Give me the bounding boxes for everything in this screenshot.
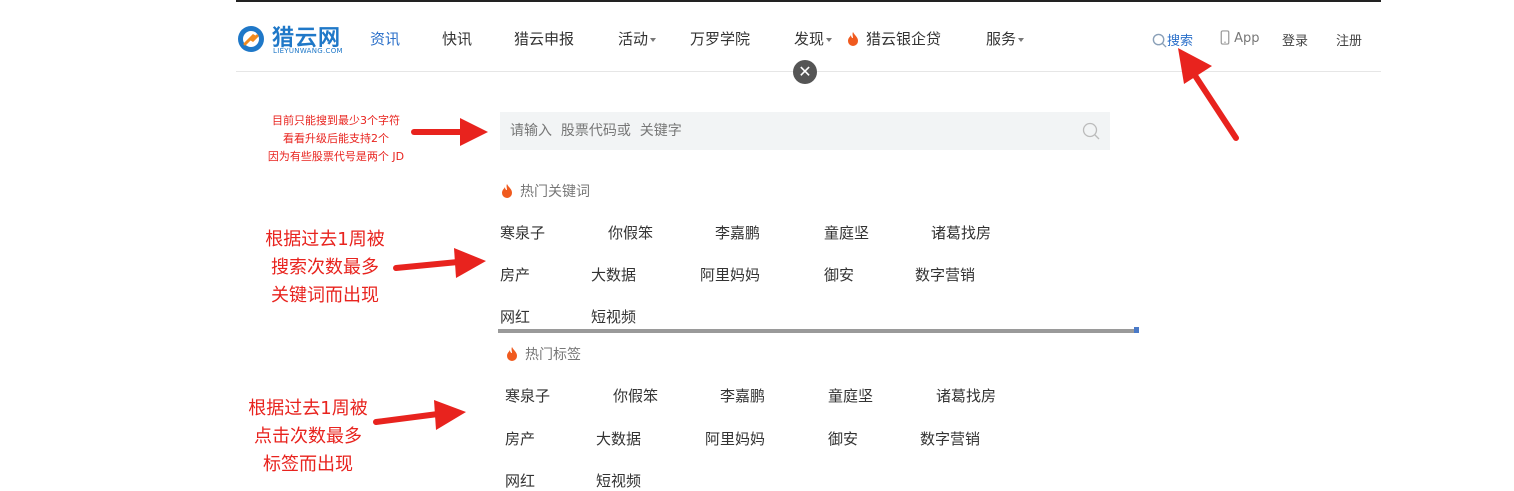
search-icon[interactable]: [1082, 122, 1100, 140]
hot-tag[interactable]: 阿里妈妈: [705, 428, 765, 449]
nav-item-loan[interactable]: 猎云银企贷: [846, 28, 941, 49]
nav-label: 服务: [986, 30, 1017, 48]
annotation-line: 搜索次数最多: [271, 257, 379, 278]
hot-keyword[interactable]: 童庭坚: [824, 222, 869, 243]
nav-label: 发现: [794, 30, 825, 48]
hot-tag[interactable]: 童庭坚: [828, 385, 873, 406]
chevron-down-icon: [826, 37, 833, 42]
chevron-down-icon: [1018, 37, 1025, 42]
hot-keyword[interactable]: 诸葛找房: [931, 222, 991, 243]
hot-tags-title: 热门标签: [505, 344, 581, 364]
arrow-right-icon: [393, 248, 486, 278]
close-icon: ✕: [798, 62, 812, 81]
hot-tag[interactable]: 你假笨: [613, 385, 658, 406]
phone-icon: [1220, 30, 1230, 45]
chevron-down-icon: [650, 37, 657, 42]
arrow-right-icon: [373, 400, 466, 430]
logo-subtext: LIEYUNWANG.COM: [273, 47, 343, 55]
register-link[interactable]: 注册: [1336, 30, 1362, 49]
hot-keyword[interactable]: 御安: [824, 264, 854, 285]
nav-item-academy[interactable]: 万罗学院: [690, 28, 750, 49]
site-logo[interactable]: 猎云网 LIEYUNWANG.COM: [236, 20, 346, 60]
nav-item-news[interactable]: 资讯: [370, 28, 400, 49]
hot-keywords-title: 热门关键词: [500, 181, 590, 201]
section-title-text: 热门标签: [525, 347, 581, 363]
hot-tag[interactable]: 数字营销: [920, 428, 980, 449]
nav-item-discover[interactable]: 发现: [794, 28, 833, 49]
arrow-right-icon: [411, 118, 488, 146]
annotation-line: 标签而出现: [263, 454, 353, 475]
hot-tag[interactable]: 御安: [828, 428, 858, 449]
annotation-line: 根据过去1周被: [248, 398, 368, 419]
logo-icon: [238, 26, 264, 52]
section-divider: [498, 329, 1138, 333]
annotation-line: 点击次数最多: [254, 426, 362, 447]
hot-keyword[interactable]: 阿里妈妈: [700, 264, 760, 285]
hot-keyword[interactable]: 大数据: [591, 264, 636, 285]
search-box: [500, 112, 1110, 150]
fire-icon: [507, 347, 517, 361]
close-button[interactable]: ✕: [793, 60, 817, 84]
hot-keyword[interactable]: 你假笨: [608, 222, 653, 243]
hot-keyword[interactable]: 李嘉鹏: [715, 222, 760, 243]
hot-tag[interactable]: 李嘉鹏: [720, 385, 765, 406]
fire-icon: [848, 32, 858, 46]
hot-tag[interactable]: 诸葛找房: [936, 385, 996, 406]
nav-label: 活动: [618, 30, 649, 48]
nav-item-declare[interactable]: 猎云申报: [514, 28, 574, 49]
nav-item-services[interactable]: 服务: [986, 28, 1025, 49]
hot-keyword[interactable]: 数字营销: [915, 264, 975, 285]
hot-keyword[interactable]: 寒泉子: [500, 222, 545, 243]
annotation-keywords-note: 根据过去1周被 搜索次数最多 关键词而出现: [250, 226, 400, 310]
hot-keyword[interactable]: 房产: [500, 264, 530, 285]
annotation-line: 关键词而出现: [271, 285, 379, 306]
hot-keyword[interactable]: 网红: [500, 306, 530, 327]
search-input[interactable]: [500, 112, 1070, 150]
fire-icon: [502, 184, 512, 198]
search-icon: [1152, 33, 1167, 48]
nav-item-events[interactable]: 活动: [618, 28, 657, 49]
annotation-line: 因为有些股票代号是两个 JD: [267, 150, 405, 163]
login-link[interactable]: 登录: [1282, 30, 1308, 49]
annotation-line: 目前只能搜到最少3个字符: [272, 114, 400, 127]
annotation-search-note: 目前只能搜到最少3个字符 看看升级后能支持2个 因为有些股票代号是两个 JD: [248, 112, 424, 166]
nav-item-flash[interactable]: 快讯: [442, 28, 472, 49]
hot-keyword[interactable]: 短视频: [591, 306, 636, 327]
divider-marker: [1134, 327, 1139, 333]
annotation-tags-note: 根据过去1周被 点击次数最多 标签而出现: [233, 395, 383, 479]
hot-tag[interactable]: 大数据: [596, 428, 641, 449]
hot-tag[interactable]: 寒泉子: [505, 385, 550, 406]
hot-tag[interactable]: 房产: [505, 428, 535, 449]
nav-label: 猎云银企贷: [866, 30, 942, 48]
annotation-line: 看看升级后能支持2个: [283, 132, 389, 145]
arrow-up-icon: [1178, 48, 1239, 141]
annotation-line: 根据过去1周被: [265, 229, 385, 250]
section-title-text: 热门关键词: [520, 184, 590, 200]
